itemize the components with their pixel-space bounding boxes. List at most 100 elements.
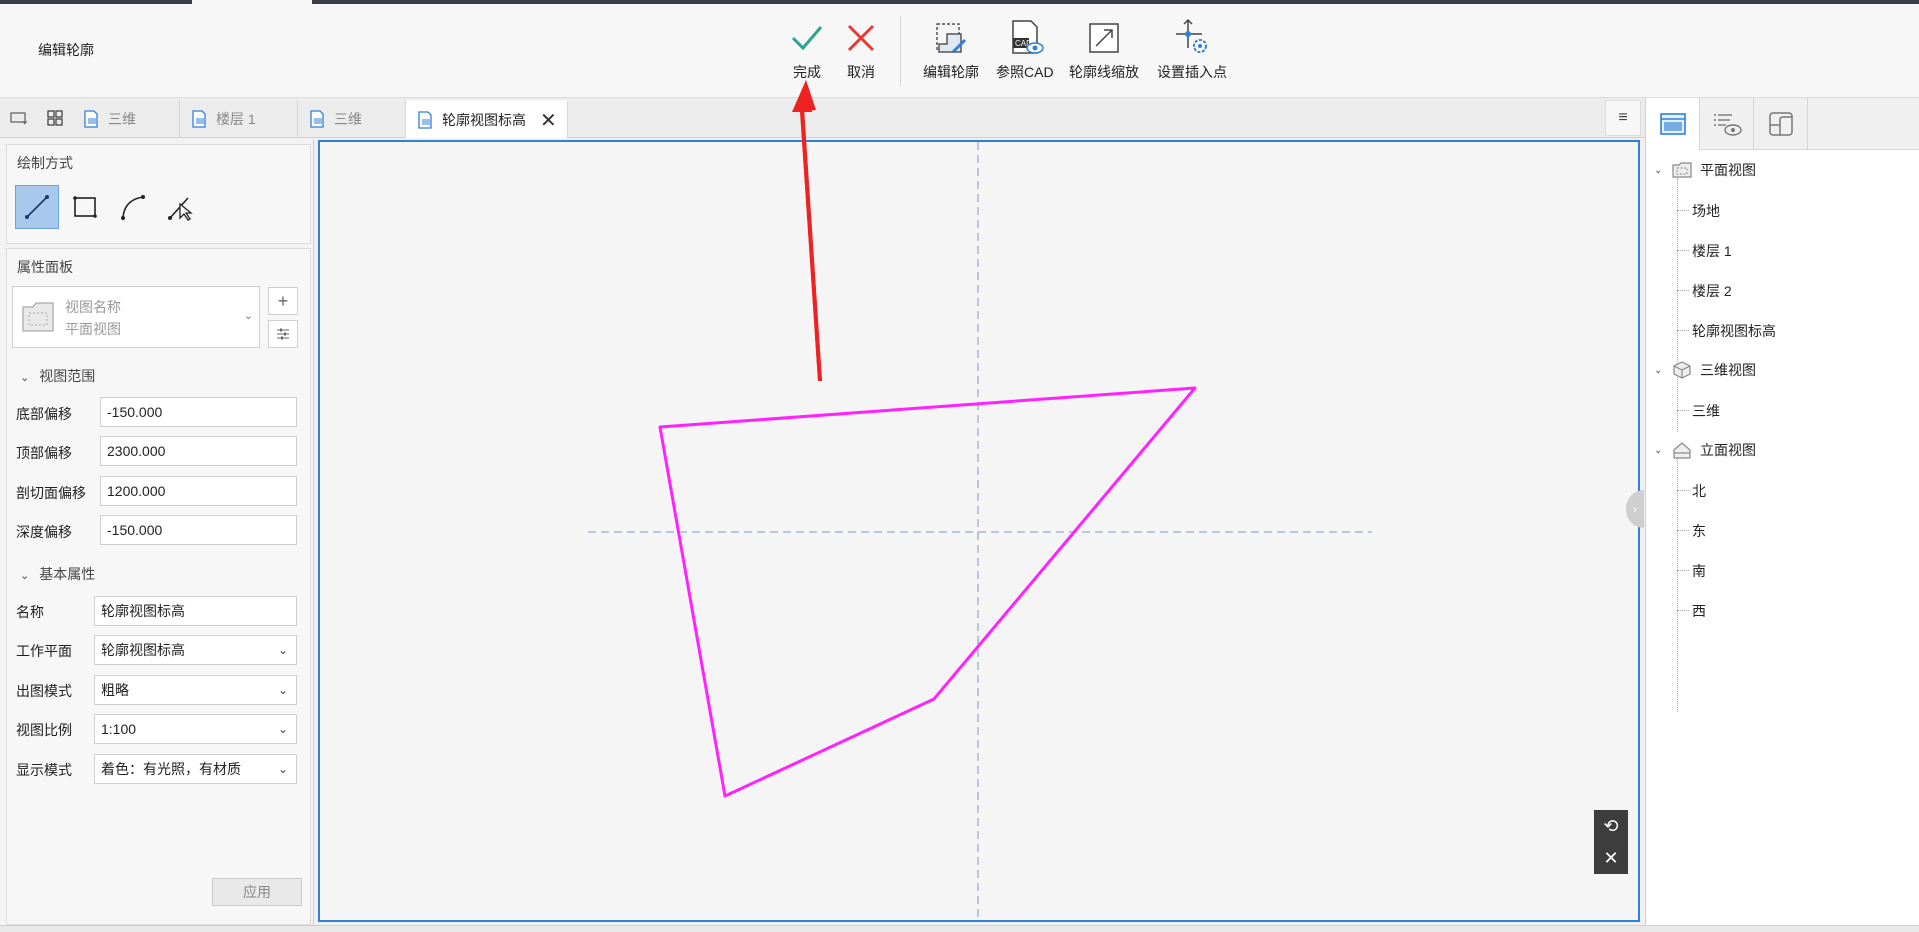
- document-icon: [84, 110, 98, 128]
- profile-outline: [658, 386, 1197, 798]
- view-range-group[interactable]: ⌄ 视图范围: [20, 366, 95, 386]
- chevron-down-icon: ⌄: [1654, 164, 1663, 176]
- tab-visibility[interactable]: [1700, 98, 1754, 150]
- chevron-down-icon: ⌄: [1654, 364, 1663, 376]
- draw-mode-title: 绘制方式: [17, 155, 73, 171]
- tree-item-west[interactable]: 西: [1692, 601, 1706, 621]
- depth-offset-field[interactable]: -150.000: [100, 515, 297, 545]
- bottom-offset-field[interactable]: -150.000: [100, 397, 297, 427]
- tree-group-elevation-views[interactable]: ⌄ 立面视图: [1654, 440, 1756, 460]
- pick-line-tool[interactable]: [159, 185, 203, 229]
- tab-label: 轮廓视图标高: [442, 112, 526, 128]
- name-field[interactable]: 轮廓视图标高: [94, 596, 297, 626]
- drawing-canvas[interactable]: [318, 140, 1640, 922]
- arc-tool[interactable]: [111, 185, 155, 229]
- tab-floor-1[interactable]: 楼层 1: [180, 100, 298, 138]
- work-plane-select[interactable]: 轮廓视图标高 ⌄: [94, 635, 297, 665]
- edit-profile-button[interactable]: 编辑轮廓: [923, 18, 979, 82]
- view-range-title: 视图范围: [39, 368, 96, 384]
- tree-tick: [1677, 570, 1689, 571]
- chevron-down-icon: ⌄: [20, 570, 30, 582]
- draw-mode-section: 绘制方式: [6, 144, 311, 244]
- view-name-placeholder: 视图名称: [65, 299, 121, 315]
- view-type-selector[interactable]: 视图名称 平面视图 ⌄: [12, 286, 260, 348]
- tree-item-floor-2[interactable]: 楼层 2: [1692, 281, 1732, 301]
- tree-item-east[interactable]: 东: [1692, 521, 1706, 541]
- toolbar: 编辑轮廓 完成 取消 编辑轮廓 CAD 参照CAD 轮廓线缩放 设置插入点: [0, 4, 1919, 98]
- finish-button[interactable]: 完成: [787, 18, 827, 82]
- rectangle-tool[interactable]: [63, 185, 107, 229]
- top-offset-field[interactable]: 2300.000: [100, 436, 297, 466]
- tab-project-browser[interactable]: [1646, 98, 1700, 150]
- tree-tick: [1677, 490, 1689, 491]
- chevron-down-icon: ⌄: [1654, 444, 1663, 456]
- line-tool-icon: [25, 195, 49, 219]
- chevron-down-icon: ⌄: [277, 762, 288, 776]
- tab-3d[interactable]: 三维: [72, 100, 180, 138]
- add-view-button[interactable]: +: [268, 287, 298, 315]
- set-insert-point-button[interactable]: 设置插入点: [1157, 18, 1227, 82]
- tab-profile-view-level[interactable]: 轮廓视图标高 ✕: [406, 100, 568, 138]
- tab-label: 楼层 1: [216, 111, 256, 127]
- tree-group-plan-views[interactable]: ⌄ 平面视图: [1654, 160, 1756, 180]
- document-icon: [192, 110, 206, 128]
- tree-item-site[interactable]: 场地: [1692, 201, 1720, 221]
- chevron-down-icon: ⌄: [277, 683, 288, 697]
- basic-properties-group[interactable]: ⌄ 基本属性: [20, 564, 95, 584]
- view-menu-button[interactable]: ≡: [1605, 100, 1641, 136]
- window-icon: [1659, 113, 1686, 135]
- tab-label: 三维: [334, 111, 362, 127]
- layout-icon: [1768, 112, 1793, 136]
- tree-item-profile-view-level[interactable]: 轮廓视图标高: [1692, 321, 1776, 341]
- tree-connector: [1677, 458, 1678, 712]
- tree-item-floor-1[interactable]: 楼层 1: [1692, 241, 1732, 261]
- navigation-control: ⟲ ✕: [1594, 810, 1628, 874]
- tree-item-3d[interactable]: 三维: [1692, 401, 1720, 421]
- tree-item-north[interactable]: 北: [1692, 481, 1706, 501]
- tree-item-south[interactable]: 南: [1692, 561, 1706, 581]
- scale-icon: [1084, 18, 1124, 58]
- toolbar-separator: [900, 16, 901, 86]
- scale-profile-label: 轮廓线缩放: [1069, 64, 1139, 80]
- tab-layout[interactable]: [1754, 98, 1808, 150]
- rotate-reset-icon[interactable]: ⟲: [1603, 816, 1618, 837]
- cancel-button[interactable]: 取消: [841, 18, 881, 82]
- profile-scale-button[interactable]: 轮廓线缩放: [1069, 18, 1139, 82]
- view-settings-button[interactable]: [268, 320, 298, 348]
- view-scale-select[interactable]: 1:100 ⌄: [94, 714, 297, 744]
- view-tab-bar: 三维 楼层 1 三维 轮廓视图标高 ✕ ≡: [0, 98, 1645, 138]
- tree-tick: [1677, 210, 1689, 211]
- output-mode-select[interactable]: 粗略 ⌄: [94, 675, 297, 705]
- settings-sliders-icon: [277, 328, 289, 340]
- cut-plane-offset-value: 1200.000: [107, 483, 166, 499]
- work-plane-label: 工作平面: [16, 643, 72, 659]
- context-title: 编辑轮廓: [38, 42, 94, 58]
- rectangle-tool-icon: [73, 196, 97, 218]
- left-panel: 绘制方式 属性面板 视图名称 平面视图 ⌄ + ⌄ 视图范围 底部偏移 -150.…: [0, 140, 314, 925]
- close-nav-icon[interactable]: ✕: [1603, 848, 1618, 869]
- display-mode-select[interactable]: 着色：有光照，有材质 ⌄: [94, 754, 297, 784]
- tile-views-icon[interactable]: [44, 107, 66, 129]
- property-panel-title: 属性面板: [17, 259, 73, 275]
- set-insert-point-label: 设置插入点: [1157, 64, 1227, 80]
- tab-3d-2[interactable]: 三维: [298, 100, 406, 138]
- cut-plane-offset-field[interactable]: 1200.000: [100, 476, 297, 506]
- tree-group-label: 三维视图: [1700, 362, 1756, 378]
- switch-window-icon[interactable]: [8, 107, 30, 129]
- depth-offset-value: -150.000: [107, 522, 163, 538]
- chevron-down-icon: ⌄: [243, 310, 253, 322]
- check-icon: [787, 18, 827, 58]
- close-x-icon: [841, 18, 881, 58]
- output-mode-label: 出图模式: [16, 683, 72, 699]
- tree-group-3d-views[interactable]: ⌄ 三维视图: [1654, 360, 1756, 380]
- view-scale-value: 1:100: [101, 721, 137, 737]
- reference-cad-button[interactable]: CAD 参照CAD: [996, 18, 1054, 82]
- tab-label: 三维: [108, 111, 136, 127]
- close-tab-icon[interactable]: ✕: [540, 108, 557, 133]
- tree-tick: [1677, 250, 1689, 251]
- apply-button[interactable]: 应用: [212, 878, 302, 906]
- line-tool[interactable]: [15, 185, 59, 229]
- view-scale-label: 视图比例: [16, 722, 72, 738]
- tree-connector: [1677, 178, 1678, 432]
- list-eye-icon: [1713, 114, 1742, 136]
